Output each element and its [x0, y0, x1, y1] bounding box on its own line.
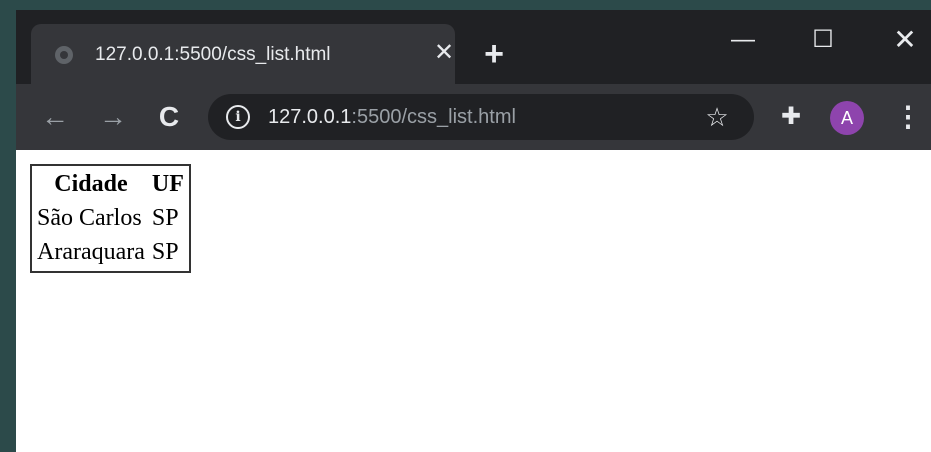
bookmark-star-icon[interactable]: ☆: [702, 102, 732, 132]
globe-icon: [55, 46, 73, 64]
table-header-row: Cidade UF: [35, 169, 186, 200]
close-tab-icon[interactable]: ✕: [429, 38, 459, 68]
maximize-button[interactable]: ☐: [800, 20, 846, 60]
browser-toolbar: ← → C i 127.0.0.1:5500/css_list.html ☆ ✚…: [16, 84, 931, 150]
browser-window: 127.0.0.1:5500/css_list.html ✕ + — ☐ ✕ ←…: [16, 10, 931, 452]
url-text[interactable]: 127.0.0.1:5500/css_list.html: [268, 106, 516, 129]
profile-avatar[interactable]: A: [830, 101, 864, 135]
minimize-button[interactable]: —: [720, 20, 766, 60]
page-content: Cidade UF São Carlos SP Araraquara SP: [16, 150, 931, 452]
table-row: São Carlos SP: [35, 203, 186, 234]
extensions-icon[interactable]: ✚: [776, 102, 806, 132]
cell-uf: SP: [151, 239, 179, 265]
address-bar[interactable]: i 127.0.0.1:5500/css_list.html ☆: [208, 94, 754, 140]
cell-cidade: Araraquara: [37, 239, 145, 265]
new-tab-button[interactable]: +: [478, 37, 510, 71]
browser-menu-icon[interactable]: ⋮: [894, 100, 922, 134]
site-info-icon[interactable]: i: [226, 105, 250, 129]
table-row: Araraquara SP: [35, 237, 186, 268]
cell-uf: SP: [151, 205, 179, 231]
url-path: :5500/css_list.html: [351, 106, 516, 128]
close-window-button[interactable]: ✕: [882, 20, 928, 60]
tab-title: 127.0.0.1:5500/css_list.html: [95, 44, 331, 65]
back-button[interactable]: ←: [38, 100, 72, 134]
tab-active[interactable]: 127.0.0.1:5500/css_list.html ✕: [31, 24, 455, 84]
reload-button[interactable]: C: [152, 100, 186, 134]
cities-table: Cidade UF São Carlos SP Araraquara SP: [30, 164, 191, 273]
url-host: 127.0.0.1: [268, 106, 352, 128]
tab-strip: 127.0.0.1:5500/css_list.html ✕ + — ☐ ✕: [16, 10, 931, 84]
cell-cidade: São Carlos: [37, 205, 142, 231]
forward-button[interactable]: →: [96, 100, 130, 134]
header-cidade: Cidade: [54, 171, 128, 197]
header-uf: UF: [151, 171, 184, 197]
